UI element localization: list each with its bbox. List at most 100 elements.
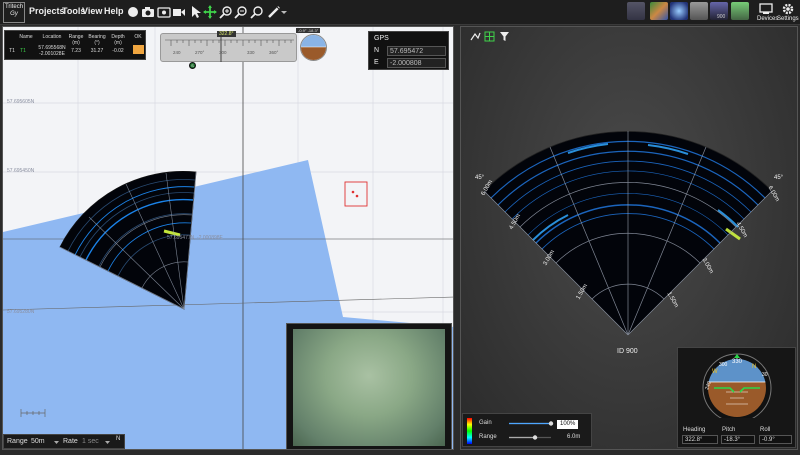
app-device-button[interactable]: [690, 2, 708, 20]
zoom-in-icon[interactable]: [219, 5, 233, 19]
table-cell-bearing: 31.27: [90, 48, 104, 54]
tritech-logo: Tritech Gy: [3, 2, 25, 23]
gps-e-value: -2.000808: [387, 58, 446, 68]
main-toolbar: Tritech Gy Projects Tools View Help 900 …: [0, 0, 800, 25]
logo-subtext: Gy: [10, 11, 18, 17]
attitude-mini-indicator: [300, 34, 327, 61]
table-header-ok: OK: [134, 34, 142, 40]
table-cell-id[interactable]: T1: [7, 48, 17, 54]
target-table: Name Location Range (m) Bearing (°) Dept…: [4, 30, 146, 60]
table-header-depth: Depth (m): [111, 34, 125, 46]
chevron-down-icon[interactable]: [105, 440, 110, 445]
sonar-measure-icon[interactable]: [470, 31, 481, 42]
map-coord-label: 57.695605N: [7, 99, 35, 105]
logo-text: Tritech: [4, 4, 24, 10]
attitude-mini-label: -0.9° -18.3°: [296, 28, 321, 33]
pitch-label: Pitch: [722, 427, 736, 433]
table-header-name: Name: [19, 34, 33, 40]
ruler-tick-label: 270°: [195, 50, 205, 55]
chevron-down-icon[interactable]: [280, 5, 288, 19]
gps-e-label: E: [374, 59, 379, 66]
gain-range-panel: Gain Range 100% 6.0m: [462, 413, 592, 447]
location-lon: -2.001028E: [39, 51, 65, 57]
attitude-gauge: 240 W 300 330 N 30: [702, 353, 772, 423]
map-coord-label: 57.695450N: [7, 168, 35, 174]
app-window: Tritech Gy Projects Tools View Help 900 …: [0, 0, 800, 455]
settings-label[interactable]: Settings: [777, 16, 799, 22]
attitude-indicator: 240 W 300 330 N 30 Heading 322.8° Pitch …: [677, 347, 796, 448]
compass-label: N: [752, 364, 756, 370]
record-icon[interactable]: [126, 5, 140, 19]
rate-label: Rate: [63, 438, 78, 445]
gps-title: GPS: [374, 35, 389, 42]
zoom-reset-icon[interactable]: [250, 5, 264, 19]
ruler-tick-label: 330: [247, 50, 255, 55]
app-chart-button[interactable]: [650, 2, 668, 20]
video-feed: [293, 329, 445, 446]
filter-icon[interactable]: [499, 31, 510, 42]
camera-icon[interactable]: [141, 5, 155, 19]
menu-projects[interactable]: Projects: [29, 6, 65, 16]
range-label: Range: [479, 434, 497, 440]
gps-n-value: 57.695472: [387, 46, 446, 56]
color-palette-icon[interactable]: [467, 418, 472, 444]
gps-panel: GPS N 57.695472 E -2.000808: [368, 31, 449, 70]
ruler-ticks: 240 270° 300 330 360°: [165, 36, 294, 62]
app-sonar-view-button[interactable]: [627, 2, 645, 20]
settings-gear-icon[interactable]: [781, 2, 795, 16]
app-layers-button[interactable]: [731, 2, 749, 20]
video-camera-icon[interactable]: [172, 5, 186, 19]
zoom-out-icon[interactable]: [234, 5, 248, 19]
map-coord-label: 57.695280N: [7, 309, 35, 315]
map-center-coord-label: 57.695477N, -2.000898E: [167, 235, 223, 241]
table-cell-depth: -0.02: [112, 48, 124, 54]
sonar-angle-left: 45°: [475, 175, 485, 181]
devices-icon[interactable]: [759, 2, 773, 16]
sonar-grid-icon[interactable]: [484, 31, 495, 42]
table-header-range: Range (m): [68, 34, 84, 46]
table-header-bearing: Bearing (°): [88, 34, 106, 46]
heading-label: Heading: [683, 427, 706, 433]
video-window[interactable]: [286, 323, 452, 450]
menu-help[interactable]: Help: [104, 6, 124, 16]
roll-label: Roll: [760, 427, 771, 433]
heading-ruler: 240 270° 300 330 360°: [160, 33, 297, 62]
ruler-tick-label: 240: [173, 50, 181, 55]
table-cell-location: 57.695568N -2.001028E: [35, 45, 69, 57]
table-cell-name[interactable]: T1: [17, 48, 29, 54]
gain-slider[interactable]: [505, 419, 555, 428]
sonar-angle-right: 45°: [774, 175, 784, 181]
pan-move-icon[interactable]: [203, 5, 217, 19]
ok-toggle[interactable]: [133, 45, 144, 54]
north-arrow-icon[interactable]: N: [116, 436, 120, 442]
range-slider[interactable]: [505, 433, 555, 442]
heading-badge: 322.8°: [217, 31, 236, 37]
table-cell-range: 7.23: [71, 48, 81, 54]
compass-label: W: [712, 369, 718, 375]
sonar-id-label: ID 900: [617, 348, 638, 355]
target-marker[interactable]: [344, 181, 368, 207]
pitch-value: -18.3°: [721, 435, 755, 444]
app-900-label: 900: [717, 14, 726, 20]
rate-select[interactable]: 1 sec: [82, 438, 99, 445]
menu-view[interactable]: View: [82, 6, 102, 16]
chevron-down-icon[interactable]: [54, 440, 59, 445]
compass-label: 330: [732, 359, 743, 365]
range-select[interactable]: 50m: [31, 438, 45, 445]
snapshot-icon[interactable]: [157, 5, 171, 19]
ruler-marker: S: [189, 62, 196, 69]
range-value: 6.0m: [567, 434, 581, 440]
devices-label[interactable]: Devices: [757, 16, 778, 22]
pointer-icon[interactable]: [189, 5, 203, 19]
gain-value: 100%: [557, 420, 579, 429]
ruler-tick-label: 360°: [269, 50, 279, 55]
app-3d-button[interactable]: [670, 2, 688, 20]
compass-label: 30: [762, 372, 768, 378]
heading-value: 322.8°: [682, 435, 718, 444]
gain-label: Gain: [479, 420, 492, 426]
gps-n-label: N: [374, 47, 380, 54]
compass-label: 300: [719, 362, 728, 368]
roll-value: -0.9°: [759, 435, 792, 444]
measure-ruler-icon[interactable]: [267, 5, 281, 19]
table-header-location: Location: [42, 34, 62, 40]
